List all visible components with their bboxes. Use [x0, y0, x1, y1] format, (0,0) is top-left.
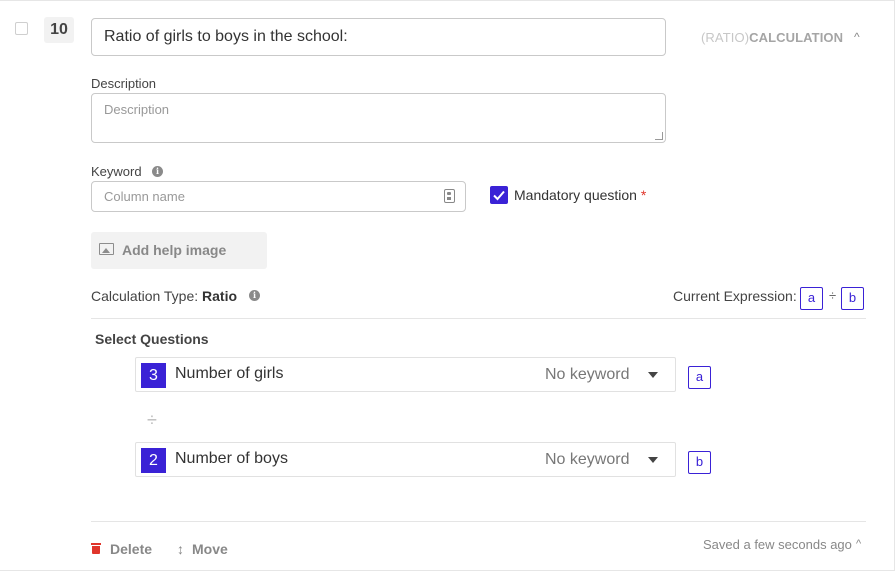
question-number-badge: 2	[141, 448, 166, 473]
keyword-label-text: Keyword	[91, 164, 142, 179]
keyword-select-value: No keyword	[545, 366, 630, 383]
keyword-select-value: No keyword	[545, 451, 630, 468]
trash-icon	[91, 543, 101, 554]
move-arrows-icon: ↕	[177, 541, 184, 557]
add-help-image-label: Add help image	[122, 242, 227, 258]
description-label: Description	[91, 76, 157, 91]
variable-badge-a: a	[688, 366, 711, 389]
mandatory-label-text: Mandatory question	[514, 187, 637, 203]
expression-variable-b: b	[841, 287, 864, 310]
question-select-row[interactable]: 2 Number of boys No keyword	[135, 442, 676, 477]
description-textarea[interactable]: Description	[91, 93, 666, 143]
column-card-icon	[444, 189, 455, 203]
question-type-prefix: (RATIO)	[701, 30, 750, 45]
section-divider	[91, 318, 866, 319]
saved-status: Saved a few seconds ago	[703, 537, 852, 552]
mandatory-checkbox[interactable]	[490, 186, 508, 204]
footer-chevron-up-icon[interactable]: ^	[856, 538, 861, 550]
question-number: 10	[44, 17, 74, 43]
expression-operator: ÷	[829, 288, 837, 303]
calculation-type-value: Ratio	[202, 288, 238, 304]
current-expression-label: Current Expression:	[673, 288, 797, 304]
mandatory-label: Mandatory question *	[514, 187, 646, 203]
delete-label: Delete	[110, 541, 153, 557]
question-number-badge: 3	[141, 363, 166, 388]
question-select-text: Number of girls	[175, 365, 284, 382]
resize-grip-icon[interactable]	[655, 132, 663, 140]
calculation-type-label: Calculation Type:	[91, 288, 199, 304]
image-icon	[99, 243, 114, 255]
collapse-chevron-up-icon[interactable]: ^	[854, 30, 860, 44]
question-type-label: (RATIO)CALCULATION	[701, 30, 843, 45]
keyword-info-icon[interactable]: i	[152, 166, 163, 177]
keyword-input[interactable]: Column name	[91, 181, 466, 212]
required-marker: *	[640, 187, 647, 203]
dropdown-caret-icon[interactable]	[648, 372, 658, 378]
checkmark-icon	[493, 190, 505, 201]
division-operator-icon: ÷	[147, 410, 157, 430]
calculation-info-icon[interactable]: i	[249, 290, 260, 301]
question-select-row[interactable]: 3 Number of girls No keyword	[135, 357, 676, 392]
question-select-text: Number of boys	[175, 450, 288, 467]
expression-variable-a: a	[800, 287, 823, 310]
variable-badge-b: b	[688, 451, 711, 474]
calculation-type: Calculation Type: Ratio	[91, 288, 237, 304]
question-type-name: CALCULATION	[749, 30, 844, 45]
select-questions-label: Select Questions	[95, 331, 209, 347]
dropdown-caret-icon[interactable]	[648, 457, 658, 463]
keyword-label: Keyword	[91, 164, 142, 179]
move-label: Move	[192, 541, 228, 557]
add-help-image-button[interactable]: Add help image	[91, 232, 267, 269]
footer-divider	[91, 521, 866, 522]
question-card: 10 Ratio of girls to boys in the school:…	[0, 0, 895, 571]
select-question-checkbox[interactable]	[15, 22, 28, 35]
question-title-input[interactable]: Ratio of girls to boys in the school:	[91, 18, 666, 56]
